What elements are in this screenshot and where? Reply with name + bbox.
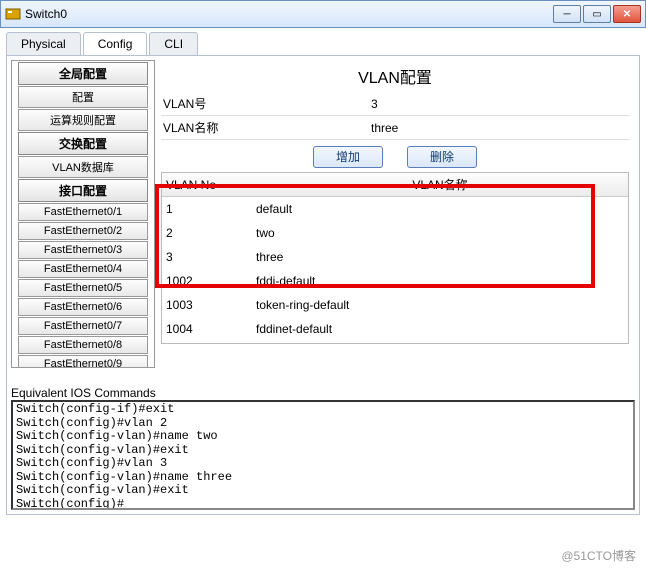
ios-label: Equivalent IOS Commands	[11, 386, 635, 400]
sidebar-item-algorithm[interactable]: 运算规则配置	[18, 109, 148, 131]
sidebar-item-fe05[interactable]: FastEthernet0/5	[18, 279, 148, 297]
app-icon	[5, 6, 21, 22]
vlan-name-input[interactable]: three	[371, 121, 629, 135]
sidebar-item-fe02[interactable]: FastEthernet0/2	[18, 222, 148, 240]
window-title: Switch0	[25, 7, 553, 21]
sidebar[interactable]: 全局配置 配置 运算规则配置 交换配置 VLAN数据库 接口配置 FastEth…	[11, 60, 155, 368]
col-vlan-no: VLAN No	[162, 173, 252, 197]
table-row[interactable]: 1004fddinet-default	[162, 317, 628, 341]
tab-config[interactable]: Config	[83, 32, 148, 55]
maximize-button[interactable]: ▭	[583, 5, 611, 23]
table-row[interactable]: 1default	[162, 197, 628, 222]
sidebar-group-global[interactable]: 全局配置	[18, 62, 148, 85]
table-row[interactable]: 1005trnet-default	[162, 341, 628, 344]
sidebar-item-fe03[interactable]: FastEthernet0/3	[18, 241, 148, 259]
table-row[interactable]: 2two	[162, 221, 628, 245]
sidebar-item-fe06[interactable]: FastEthernet0/6	[18, 298, 148, 316]
close-button[interactable]: ✕	[613, 5, 641, 23]
vlan-no-input[interactable]: 3	[371, 97, 629, 111]
sidebar-item-fe04[interactable]: FastEthernet0/4	[18, 260, 148, 278]
title-bar: Switch0 ─ ▭ ✕	[0, 0, 646, 28]
sidebar-item-config[interactable]: 配置	[18, 86, 148, 108]
delete-button[interactable]: 删除	[407, 146, 477, 168]
table-row[interactable]: 1003token-ring-default	[162, 293, 628, 317]
tab-bar: Physical Config CLI	[6, 32, 640, 55]
table-row[interactable]: 3three	[162, 245, 628, 269]
add-button[interactable]: 增加	[313, 146, 383, 168]
tab-cli[interactable]: CLI	[149, 32, 198, 55]
ios-commands-output[interactable]: Switch(config-if)#exit Switch(config)#vl…	[11, 400, 635, 510]
vlan-table[interactable]: VLAN No VLAN名称 1default2two3three1002fdd…	[161, 172, 629, 344]
sidebar-item-fe07[interactable]: FastEthernet0/7	[18, 317, 148, 335]
vlan-name-label: VLAN名称	[161, 119, 371, 136]
sidebar-group-switch[interactable]: 交换配置	[18, 132, 148, 155]
sidebar-item-fe01[interactable]: FastEthernet0/1	[18, 203, 148, 221]
tab-physical[interactable]: Physical	[6, 32, 81, 55]
sidebar-item-fe08[interactable]: FastEthernet0/8	[18, 336, 148, 354]
vlan-no-label: VLAN号	[161, 95, 371, 112]
page-title: VLAN配置	[161, 64, 629, 88]
sidebar-item-vlan-db[interactable]: VLAN数据库	[18, 156, 148, 178]
sidebar-group-interface[interactable]: 接口配置	[18, 179, 148, 202]
watermark: @51CTO博客	[561, 547, 636, 564]
minimize-button[interactable]: ─	[553, 5, 581, 23]
sidebar-item-fe09[interactable]: FastEthernet0/9	[18, 355, 148, 368]
col-vlan-name: VLAN名称	[252, 173, 628, 197]
table-row[interactable]: 1002fddi-default	[162, 269, 628, 293]
content-pane: VLAN配置 VLAN号 3 VLAN名称 three 增加 删除 VLAN N…	[155, 60, 635, 368]
